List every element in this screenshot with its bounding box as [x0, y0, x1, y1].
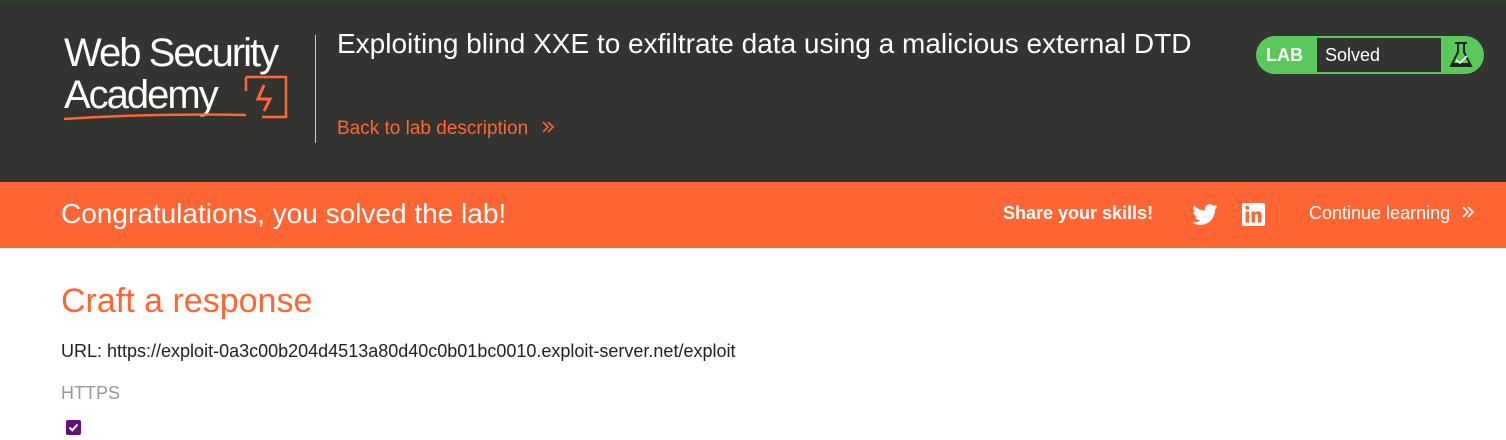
lab-title: Exploiting blind XXE to exfiltrate data … [337, 28, 1192, 59]
https-label: HTTPS [61, 383, 121, 403]
back-to-lab-description-link[interactable]: Back to lab description [337, 118, 555, 140]
share-skills-label: Share your skills! [1003, 203, 1154, 223]
linkedin-icon[interactable] [1242, 203, 1265, 226]
continue-learning-label: Continue learning [1309, 203, 1451, 223]
page-title: Craft a response [61, 282, 313, 320]
exploit-url: URL: https://exploit-0a3c00b204d4513a80d… [61, 341, 736, 361]
continue-learning-link[interactable]: Continue learning [1309, 203, 1475, 224]
solved-banner: Congratulations, you solved the lab! Sha… [0, 182, 1506, 248]
congratulations-message: Congratulations, you solved the lab! [61, 198, 507, 229]
lab-status-label: LAB [1266, 45, 1303, 65]
header-divider [315, 35, 316, 143]
flask-icon [1449, 42, 1473, 67]
back-link-label: Back to lab description [337, 118, 529, 139]
lab-status-value: Solved [1317, 38, 1441, 72]
double-chevron-right-icon [541, 118, 555, 140]
page-header: Web Security Academy Exploiting blind XX… [0, 0, 1506, 182]
lightning-bolt-icon [64, 75, 288, 121]
web-security-academy-logo[interactable]: Web Security Academy [64, 33, 314, 125]
double-chevron-right-icon [1461, 203, 1475, 223]
twitter-icon[interactable] [1192, 204, 1219, 226]
